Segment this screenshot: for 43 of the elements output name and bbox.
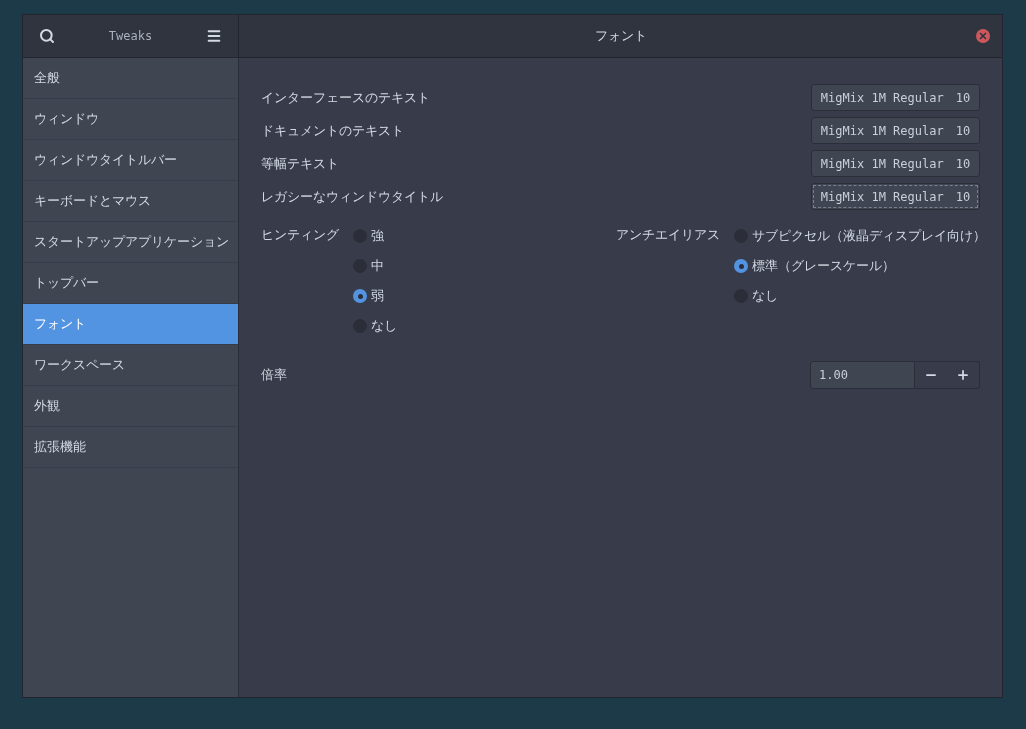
font-button[interactable]: MigMix 1M Regular 10: [811, 183, 980, 210]
plus-icon[interactable]: [956, 368, 970, 382]
font-name: MigMix 1M Regular: [820, 155, 944, 173]
radio-label: 中: [371, 257, 384, 276]
sidebar-item[interactable]: ウィンドウタイトルバー: [23, 140, 238, 181]
sidebar-item[interactable]: 外観: [23, 386, 238, 427]
sidebar-item[interactable]: 拡張機能: [23, 427, 238, 468]
setting-label: アンチエイリアス: [616, 226, 721, 244]
setting-label: 等幅テキスト: [261, 154, 339, 173]
radio-label: なし: [752, 287, 778, 306]
font-button[interactable]: MigMix 1M Regular 10: [811, 150, 980, 177]
font-button[interactable]: MigMix 1M Regular 10: [811, 117, 980, 144]
radio-label: サブピクセル（液晶ディスプレイ向け）: [752, 227, 986, 246]
radio-label: 標準（グレースケール）: [752, 257, 895, 276]
menu-icon[interactable]: [206, 28, 222, 44]
app-title: Tweaks: [108, 28, 153, 45]
radio-label: 強: [371, 227, 384, 246]
font-name: MigMix 1M Regular: [820, 89, 944, 107]
setting-label: レガシーなウィンドウタイトル: [261, 187, 443, 206]
setting-label: ドキュメントのテキスト: [261, 121, 404, 140]
radio-button[interactable]: [734, 259, 748, 273]
setting-label: インターフェースのテキスト: [261, 88, 430, 107]
sidebar-item[interactable]: 全般: [23, 58, 238, 99]
font-size: 10: [955, 89, 971, 107]
sidebar-item[interactable]: キーボードとマウス: [23, 181, 238, 222]
setting-label: ヒンティング: [261, 226, 340, 244]
sidebar-item[interactable]: ウィンドウ: [23, 99, 238, 140]
font-size: 10: [955, 122, 971, 140]
font-size: 10: [955, 155, 971, 173]
sidebar-item[interactable]: ワークスペース: [23, 345, 238, 386]
font-size: 10: [955, 188, 971, 206]
font-name: MigMix 1M Regular: [820, 188, 944, 206]
font-name: MigMix 1M Regular: [820, 122, 944, 140]
sidebar-item[interactable]: スタートアップアプリケーション: [23, 222, 238, 263]
radio-button[interactable]: [353, 289, 367, 303]
scale-field[interactable]: 1.00: [810, 361, 915, 389]
window-title: フォント: [594, 27, 647, 46]
setting-label: 倍率: [261, 366, 287, 385]
font-button[interactable]: MigMix 1M Regular 10: [811, 84, 980, 111]
radio-label: なし: [371, 317, 397, 336]
close-button[interactable]: [976, 29, 990, 43]
radio-label: 弱: [371, 287, 384, 306]
search-icon[interactable]: [39, 28, 55, 44]
